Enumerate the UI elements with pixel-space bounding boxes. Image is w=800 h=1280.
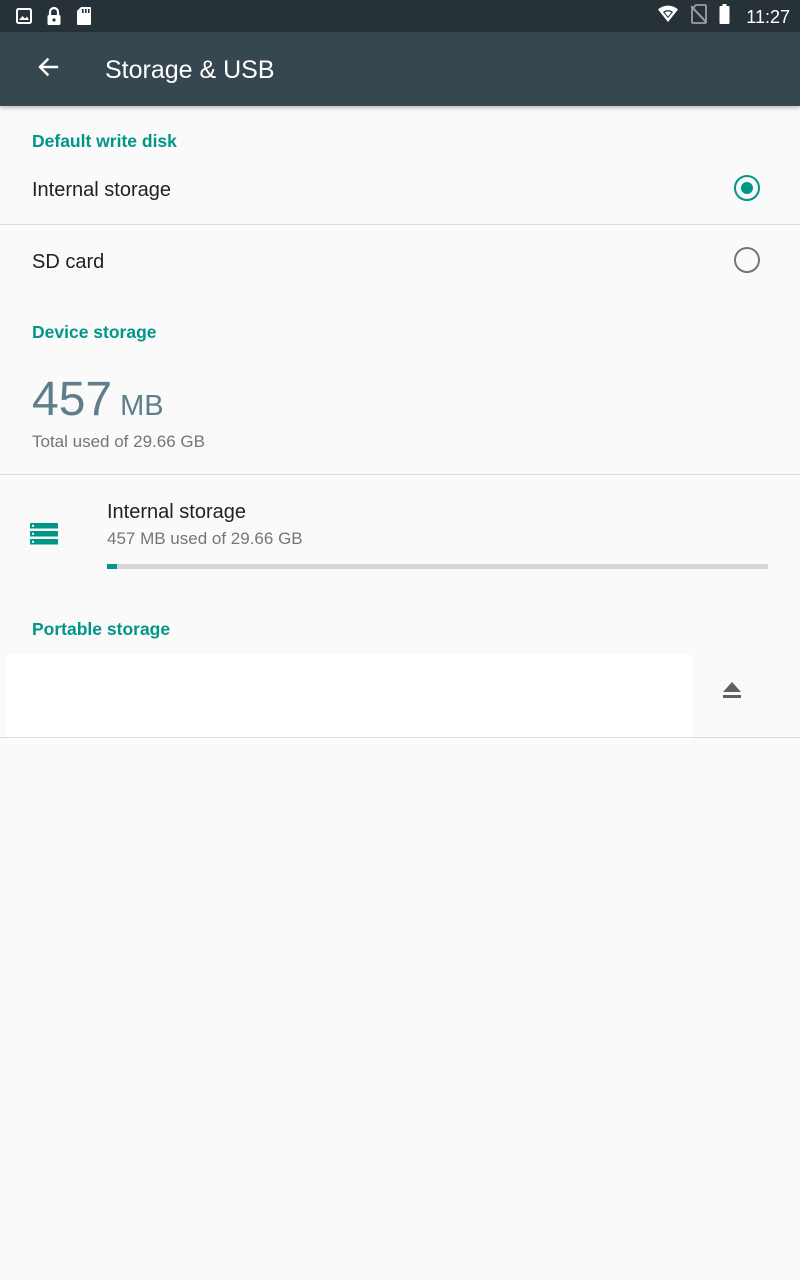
eject-icon xyxy=(722,681,742,704)
wifi-icon xyxy=(657,5,679,28)
used-storage-unit: MB xyxy=(120,390,164,422)
storage-usage-progress-bar xyxy=(107,564,768,569)
storage-icon xyxy=(30,523,58,550)
battery-icon xyxy=(719,4,730,29)
option-internal-storage[interactable]: Internal storage xyxy=(0,157,800,224)
lock-icon xyxy=(46,6,62,31)
page-title: Storage & USB xyxy=(105,56,275,84)
status-time: 11:27 xyxy=(746,6,790,27)
eject-button[interactable] xyxy=(712,672,752,712)
radio-button-sd-card[interactable] xyxy=(734,247,760,273)
no-sim-icon xyxy=(690,4,709,29)
total-used-label: Total used of 29.66 GB xyxy=(32,432,205,451)
option-sd-card[interactable]: SD card xyxy=(0,225,800,297)
section-header-device-storage: Device storage xyxy=(32,322,157,342)
used-storage-value: 457 xyxy=(32,373,113,426)
image-icon xyxy=(16,8,32,29)
status-bar: 11:27 xyxy=(0,0,800,32)
option-label: Internal storage xyxy=(32,179,171,201)
volume-title: Internal storage xyxy=(107,501,246,523)
section-header-default-write-disk: Default write disk xyxy=(32,131,177,151)
section-header-portable-storage: Portable storage xyxy=(32,619,171,639)
arrow-back-icon xyxy=(36,55,60,84)
volume-usage-label: 457 MB used of 29.66 GB xyxy=(107,529,303,548)
app-bar: Storage & USB xyxy=(0,32,800,106)
option-label: SD card xyxy=(32,251,105,273)
storage-usage-progress-fill xyxy=(107,564,117,569)
divider xyxy=(0,737,800,738)
back-button[interactable] xyxy=(28,49,68,89)
radio-button-internal-storage[interactable] xyxy=(734,175,760,201)
sd-card-icon xyxy=(76,6,92,31)
portable-storage-item[interactable] xyxy=(7,654,692,740)
